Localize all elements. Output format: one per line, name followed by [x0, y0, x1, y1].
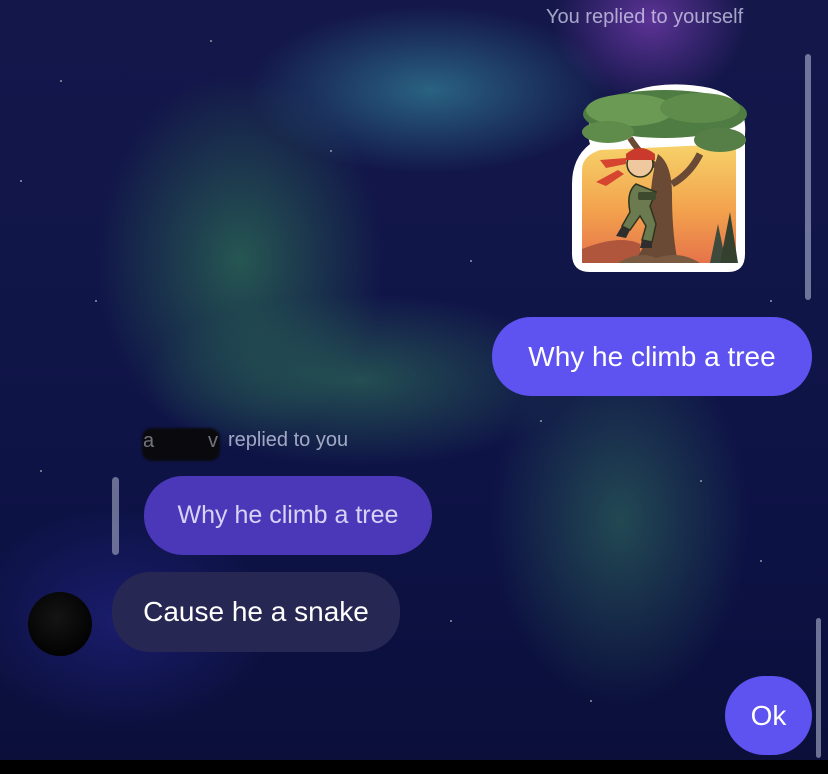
reply-context-label: replied to you	[228, 429, 349, 451]
sticker-image	[572, 84, 747, 272]
background-star	[770, 300, 772, 302]
redacted-name-prefix: a	[143, 430, 155, 452]
background-star	[40, 470, 42, 472]
background-star	[20, 180, 22, 182]
redacted-name-suffix: v	[208, 430, 218, 452]
sent-message-bubble[interactable]: Ok	[725, 676, 812, 755]
background-star	[590, 700, 592, 702]
background-star	[95, 300, 97, 302]
self-reply-label: You replied to yourself	[546, 6, 744, 28]
background-star	[540, 420, 542, 422]
background-star	[210, 40, 212, 42]
background-star	[470, 260, 472, 262]
sent-message-bubble[interactable]: Why he climb a tree	[492, 317, 812, 396]
quoted-message-bubble[interactable]: Why he climb a tree	[144, 476, 432, 555]
chat-thread: You replied to yourself Why he climb a t…	[0, 0, 828, 760]
background-star	[700, 480, 702, 482]
background-star	[330, 150, 332, 152]
scrollbar-thumb[interactable]	[805, 54, 811, 300]
quote-indicator-bar	[112, 477, 119, 555]
sticker-soldier-climbing-tree-icon[interactable]	[560, 74, 750, 277]
background-star	[450, 620, 452, 622]
avatar[interactable]	[28, 592, 92, 656]
scrollbar-thumb-lower[interactable]	[816, 618, 821, 758]
background-star	[760, 560, 762, 562]
bottom-bar	[0, 760, 828, 774]
received-message-bubble[interactable]: Cause he a snake	[112, 572, 400, 652]
background-star	[60, 80, 62, 82]
